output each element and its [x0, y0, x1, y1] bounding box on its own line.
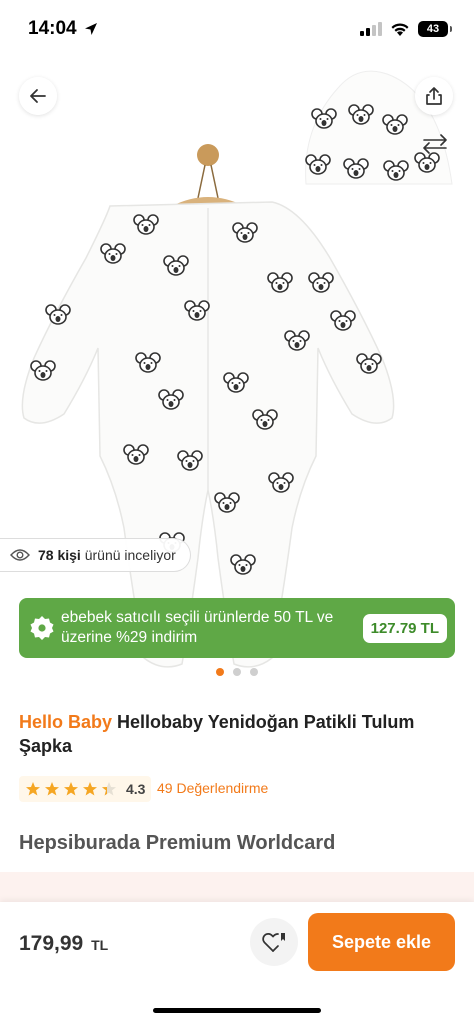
share-icon — [426, 87, 442, 105]
product-detail-screen: 14:04 43 78 kişi ürünü inceliyor ebebek … — [0, 0, 474, 1024]
bottom-action-bar: 179,99 TL Sepete ekle — [0, 902, 474, 1024]
carousel-dot[interactable] — [250, 668, 258, 676]
promo-price: 127.79 TL — [362, 613, 447, 643]
carousel-dot[interactable] — [233, 668, 241, 676]
promo-banner[interactable]: ebebek satıcılı seçili ürünlerde 50 TL v… — [19, 598, 455, 658]
rating-summary[interactable]: 4.3 — [19, 776, 152, 802]
eye-icon — [10, 549, 30, 561]
star-icon — [83, 782, 97, 796]
product-title: Hello Baby Hellobaby Yenidoğan Patikli T… — [19, 710, 459, 758]
product-image-gallery[interactable]: 78 kişi ürünü inceliyor ebebek satıcılı … — [0, 58, 474, 694]
heart-add-icon — [262, 933, 285, 952]
star-icon — [64, 782, 78, 796]
price-group: 179,99 TL — [19, 932, 108, 956]
back-arrow-icon — [30, 89, 46, 103]
add-to-cart-button[interactable]: Sepete ekle — [308, 913, 455, 971]
viewers-badge: 78 kişi ürünü inceliyor — [0, 538, 191, 572]
price-value: 179,99 — [19, 932, 84, 955]
reviews-link[interactable]: 49 Değerlendirme — [157, 780, 268, 796]
back-button[interactable] — [19, 77, 57, 115]
battery-indicator: 43 — [418, 21, 452, 37]
promo-text: ebebek satıcılı seçili ürünlerde 50 TL v… — [61, 609, 334, 646]
status-time-group: 14:04 — [28, 18, 99, 40]
status-time: 14:04 — [28, 18, 77, 39]
favorite-button[interactable] — [250, 918, 298, 966]
viewers-count: 78 kişi — [38, 547, 81, 563]
seller-name[interactable]: Hepsiburada Premium Worldcard — [19, 832, 335, 855]
star-icon — [45, 782, 59, 796]
home-indicator — [153, 1008, 321, 1013]
star-icon — [26, 782, 40, 796]
wifi-icon — [391, 22, 409, 36]
price-currency: TL — [91, 937, 109, 953]
cellular-signal-icon — [360, 22, 382, 36]
status-indicators: 43 — [360, 21, 452, 37]
status-bar: 14:04 43 — [0, 0, 474, 58]
partial-star-icon — [102, 782, 116, 796]
brand-link[interactable]: Hello Baby — [19, 712, 112, 732]
compare-arrows-icon[interactable] — [422, 134, 448, 154]
rating-value: 4.3 — [126, 781, 146, 797]
location-arrow-icon — [84, 23, 97, 35]
info-band — [0, 872, 474, 902]
share-button[interactable] — [415, 77, 453, 115]
discount-badge-icon — [30, 616, 54, 640]
viewers-text: ürünü inceliyor — [84, 547, 176, 563]
carousel-dots — [0, 668, 474, 676]
carousel-dot[interactable] — [216, 668, 224, 676]
